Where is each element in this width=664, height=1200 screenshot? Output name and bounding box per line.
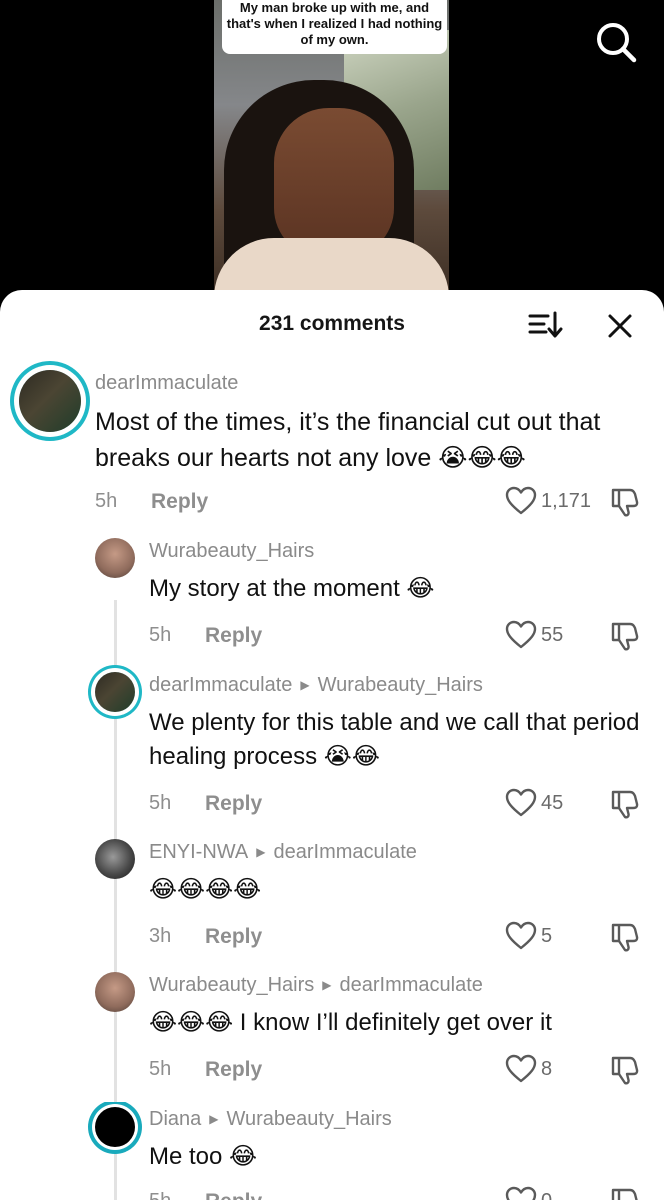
comment-text: 😂😂😂 I know I’ll definitely get over it <box>149 1009 552 1036</box>
comment-time: 5h <box>149 624 172 646</box>
thumbs-down-icon[interactable] <box>610 1054 640 1086</box>
comment-item: dearImmaculate ▶ Wurabeauty_Hairs We plent… <box>0 668 664 828</box>
reply-button[interactable]: Reply <box>205 1058 262 1082</box>
comment-time: 5h <box>95 490 118 512</box>
avatar[interactable] <box>95 538 135 578</box>
comment-text: 😂😂😂😂 <box>149 876 262 903</box>
comment-time: 3h <box>149 925 172 947</box>
heart-icon[interactable] <box>505 921 537 951</box>
like-count: 45 <box>541 792 564 814</box>
comment-item: Wurabeauty_Hairs ▶ dearImmaculate 😂😂😂 I kn… <box>0 968 664 1098</box>
heart-icon[interactable] <box>505 620 537 650</box>
comment-text: Most of the times, it’s the financial cu… <box>95 408 601 472</box>
avatar[interactable] <box>95 972 135 1012</box>
avatar[interactable] <box>95 672 135 712</box>
thumbs-down-icon[interactable] <box>610 620 640 652</box>
thumbs-down-icon[interactable] <box>610 486 640 518</box>
like-count: 8 <box>541 1058 553 1080</box>
like-count: 1,171 <box>541 490 592 512</box>
person-face <box>274 108 394 258</box>
reply-button[interactable]: Reply <box>205 792 262 816</box>
avatar[interactable] <box>95 1107 135 1147</box>
search-icon[interactable] <box>592 18 640 66</box>
video-caption: My man broke up with me, and that's when… <box>222 0 447 54</box>
thumbs-down-icon[interactable] <box>610 788 640 820</box>
heart-icon[interactable] <box>505 1054 537 1084</box>
comment-text: My story at the moment 😂 <box>149 575 435 602</box>
like-count: 0 <box>541 1190 552 1200</box>
reply-button[interactable]: Reply <box>151 490 208 514</box>
comment-item: Wurabeauty_Hairs My story at the moment … <box>0 534 664 664</box>
heart-icon[interactable] <box>505 788 537 818</box>
comment-text: We plenty for this table and we call tha… <box>149 709 640 770</box>
comments-count: 231 comments <box>259 312 405 335</box>
like-count: 55 <box>541 624 564 646</box>
comment-username[interactable]: dearImmaculate <box>95 372 238 395</box>
comment-item: dearImmaculate Most of the times, it’s t… <box>0 366 664 526</box>
reply-button[interactable]: Reply <box>205 1190 262 1200</box>
comment-username[interactable]: ENYI-NWA ▶ dearImmaculate <box>149 841 417 864</box>
close-icon[interactable] <box>604 310 636 342</box>
thumbs-down-icon[interactable] <box>610 1186 640 1200</box>
thumbs-down-icon[interactable] <box>610 921 640 953</box>
heart-icon[interactable] <box>505 1186 537 1200</box>
avatar[interactable] <box>19 370 81 432</box>
like-count: 5 <box>541 925 553 947</box>
comment-username[interactable]: Diana ▶ Wurabeauty_Hairs <box>149 1108 392 1131</box>
comment-item: Diana▶Wurabeauty_Hairs Me too 😂 5h Reply… <box>0 1102 664 1200</box>
reply-button[interactable]: Reply <box>205 925 262 949</box>
comment-time: 5h <box>149 1190 171 1200</box>
comment-time: 5h <box>149 1058 172 1080</box>
heart-icon[interactable] <box>505 486 537 516</box>
comment-item: ENYI-NWA ▶ dearImmaculate 😂😂😂😂 3h Reply 5 <box>0 835 664 965</box>
comment-username[interactable]: Wurabeauty_Hairs <box>149 540 314 563</box>
comment-username[interactable]: Wurabeauty_Hairs ▶ dearImmaculate <box>149 974 483 997</box>
sort-icon[interactable] <box>526 308 564 342</box>
sheet-header: 231 comments <box>0 290 664 356</box>
comments-sheet: 231 comments dearImmaculate Most of the … <box>0 290 664 1200</box>
avatar[interactable] <box>95 839 135 879</box>
reply-button[interactable]: Reply <box>205 624 262 648</box>
comment-time: 5h <box>149 792 172 814</box>
comment-text: Me too 😂 <box>149 1143 258 1170</box>
comment-username[interactable]: dearImmaculate ▶ Wurabeauty_Hairs <box>149 674 483 697</box>
